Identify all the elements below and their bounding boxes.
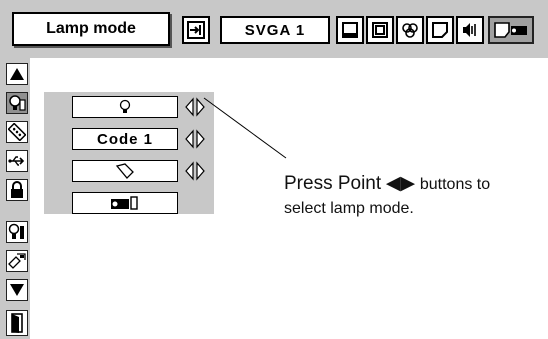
instruction-prefix: Press Point: [284, 173, 382, 194]
instruction-line2: select lamp mode.: [284, 200, 414, 217]
callout-line: [203, 97, 287, 159]
arrow-glyphs: ◀▶: [385, 173, 416, 194]
instruction-suffix: buttons to: [419, 176, 491, 193]
instruction-note: Press Point ◀▶ buttons to select lamp mo…: [284, 172, 544, 221]
